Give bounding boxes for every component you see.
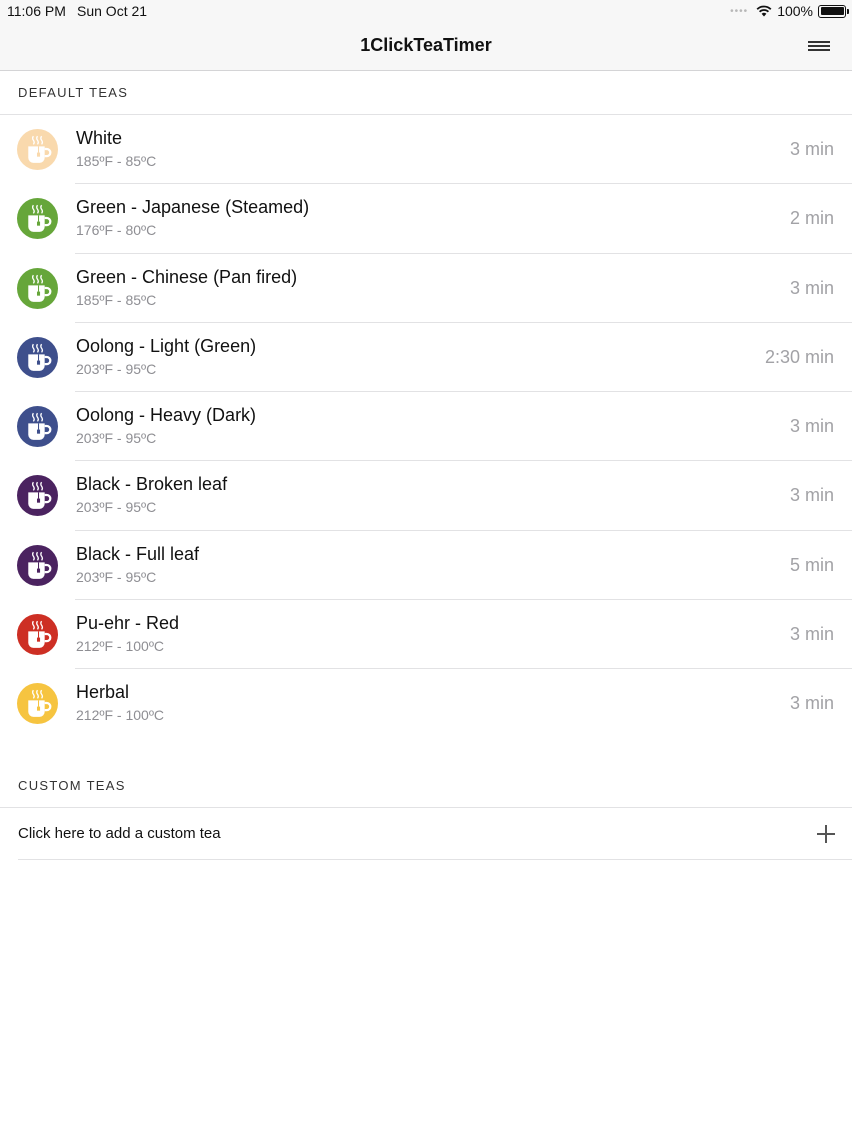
tea-cup-icon	[17, 336, 58, 378]
tea-cup-icon	[17, 475, 58, 517]
battery-icon	[818, 4, 849, 18]
page-title: 1ClickTeaTimer	[360, 35, 492, 55]
wifi-icon	[756, 5, 772, 17]
tea-cup-icon	[17, 267, 58, 309]
tea-steep-time: 3 min	[789, 693, 834, 714]
tea-row[interactable]: Black - Broken leaf 203ºF - 95ºC 3 min	[0, 461, 852, 531]
tea-temperature: 212ºF - 100ºC	[76, 638, 165, 655]
tea-name: Black - Full leaf	[76, 543, 200, 564]
status-right: •••• 100%	[730, 3, 849, 19]
tea-steep-time: 2:30 min	[764, 346, 834, 367]
tea-steep-time: 2 min	[789, 208, 834, 229]
tea-cup-icon	[17, 406, 58, 448]
default-tea-list: White 185ºF - 85ºC 3 min Green - Japanese (…	[0, 115, 852, 739]
custom-teas-header: CUSTOM TEAS	[18, 778, 126, 793]
hamburger-menu-icon[interactable]	[808, 40, 832, 54]
add-custom-tea-label: Click here to add a custom tea	[18, 825, 221, 842]
tea-steep-time: 3 min	[789, 485, 834, 506]
tea-row[interactable]: Green - Chinese (Pan fired) 185ºF - 85ºC 3…	[0, 254, 852, 323]
tea-temperature: 212ºF - 100ºC	[76, 707, 165, 724]
plus-icon[interactable]	[817, 825, 835, 843]
battery-percent: 100%	[777, 3, 813, 19]
tea-row[interactable]: Green - Japanese (Steamed) 176ºF - 80ºC 2 …	[0, 184, 852, 254]
status-bar: 11:06 PM Sun Oct 21 •••• 100%	[0, 0, 852, 22]
tea-steep-time: 3 min	[789, 416, 834, 437]
tea-name: Green - Japanese (Steamed)	[76, 197, 310, 218]
default-teas-header: DEFAULT TEAS	[18, 85, 129, 100]
tea-temperature: 203ºF - 95ºC	[76, 568, 157, 585]
tea-steep-time: 3 min	[789, 277, 834, 298]
tea-name: Oolong - Light (Green)	[76, 335, 257, 356]
tea-row[interactable]: Black - Full leaf 203ºF - 95ºC 5 min	[0, 531, 852, 601]
tea-row[interactable]: White 185ºF - 85ºC 3 min	[0, 115, 852, 185]
tea-temperature: 203ºF - 95ºC	[76, 499, 157, 516]
tea-name: Oolong - Heavy (Dark)	[76, 405, 257, 426]
tea-temperature: 185ºF - 85ºC	[76, 153, 157, 169]
tea-name: White	[76, 128, 123, 148]
navigation-bar: 1ClickTeaTimer	[0, 22, 852, 71]
tea-row[interactable]: Oolong - Heavy (Dark) 203ºF - 95ºC 3 min	[0, 392, 852, 462]
tea-temperature: 185ºF - 85ºC	[76, 291, 157, 308]
tea-cup-icon	[17, 198, 58, 240]
signal-icon: ••••	[730, 5, 749, 17]
tea-steep-time: 3 min	[789, 139, 834, 159]
tea-temperature: 176ºF - 80ºC	[76, 222, 157, 239]
tea-row[interactable]: Pu-ehr - Red 212ºF - 100ºC 3 min	[0, 600, 852, 670]
tea-row[interactable]: Oolong - Light (Green) 203ºF - 95ºC 2:30 m…	[0, 323, 852, 393]
add-custom-tea-button[interactable]: Click here to add a custom tea	[0, 808, 852, 860]
tea-temperature: 203ºF - 95ºC	[76, 430, 157, 447]
tea-temperature: 203ºF - 95ºC	[76, 360, 157, 377]
tea-cup-icon	[17, 129, 58, 170]
tea-steep-time: 3 min	[789, 624, 834, 645]
tea-name: Pu-ehr - Red	[76, 613, 180, 634]
tea-name: Green - Chinese (Pan fired)	[76, 266, 298, 287]
tea-cup-icon	[17, 614, 58, 656]
tea-name: Herbal	[76, 682, 130, 703]
status-date: Sun Oct 21	[77, 3, 148, 19]
tea-cup-icon	[17, 683, 58, 725]
status-time: 11:06 PM	[7, 3, 66, 19]
tea-row[interactable]: Herbal 212ºF - 100ºC 3 min	[0, 669, 852, 738]
row-divider	[18, 859, 852, 860]
tea-name: Black - Broken leaf	[76, 474, 228, 495]
tea-steep-time: 5 min	[789, 554, 834, 575]
tea-cup-icon	[17, 544, 58, 586]
